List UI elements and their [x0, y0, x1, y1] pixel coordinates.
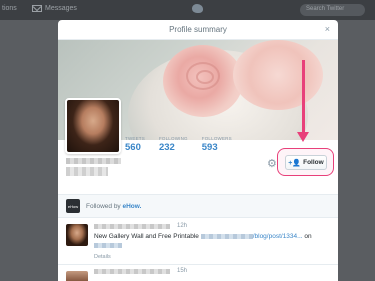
tweet-details-link[interactable]: Details — [94, 254, 111, 260]
tweet-link[interactable]: /blog/post/1334... — [253, 233, 303, 240]
envelope-icon — [32, 5, 42, 12]
close-icon[interactable]: × — [325, 24, 330, 34]
modal-header: Profile summary × — [58, 20, 338, 40]
stat-following[interactable]: FOLLOWING 232 — [159, 136, 188, 153]
profile-summary-modal: Profile summary × TWEETS 560 FOLLOWING 2… — [58, 20, 338, 281]
tweet-text-start: New Gallery Wall and Free Printable — [94, 233, 201, 240]
nav-messages[interactable]: Messages — [32, 5, 77, 12]
tweet-avatar[interactable] — [66, 271, 88, 281]
modal-title: Profile summary — [169, 25, 227, 34]
followed-by-prefix: Followed by — [86, 202, 123, 210]
tweet-text-end: on — [302, 233, 312, 240]
tweet-avatar[interactable] — [66, 224, 88, 246]
twitter-top-bar: tions Messages Search Twitter — [0, 0, 375, 20]
stat-label: FOLLOWING — [158, 136, 188, 141]
stat-value: 593 — [201, 142, 218, 153]
blurred-display-name — [66, 158, 121, 164]
twitter-bird-icon[interactable] — [192, 4, 203, 13]
stat-tweets[interactable]: TWEETS 560 — [125, 136, 145, 153]
nav-messages-label: Messages — [45, 5, 77, 12]
ehow-logo[interactable]: eHow — [66, 199, 80, 213]
rose-image-2 — [233, 40, 323, 110]
blurred-link[interactable] — [200, 233, 253, 239]
blurred-mention[interactable] — [94, 242, 122, 248]
add-user-icon: +👤 — [288, 159, 302, 167]
stat-label: FOLLOWERS — [201, 136, 232, 141]
stat-followers[interactable]: FOLLOWERS 593 — [202, 136, 232, 153]
annotation-arrow-head — [297, 132, 309, 142]
tweet-item[interactable]: 12h New Gallery Wall and Free Printable … — [58, 219, 338, 265]
tweet-timestamp[interactable]: 15h — [177, 268, 187, 274]
rose-petal — [196, 70, 214, 84]
nav-home[interactable]: tions — [2, 5, 17, 12]
blurred-tweet-author — [94, 269, 170, 274]
tweet-timestamp[interactable]: 12h — [177, 223, 187, 229]
annotation-arrow — [302, 60, 305, 134]
follow-button[interactable]: +👤 Follow — [285, 155, 327, 170]
stat-label: TWEETS — [125, 136, 145, 141]
profile-stats: TWEETS 560 FOLLOWING 232 FOLLOWERS 593 — [125, 136, 232, 153]
followed-by-text: Followed by eHow. — [86, 203, 141, 210]
followed-by-account-link[interactable]: eHow. — [123, 203, 142, 210]
blurred-handle — [66, 167, 108, 176]
nav-home-label: tions — [2, 5, 17, 12]
tweet-text: New Gallery Wall and Free Printable /blo… — [94, 232, 334, 250]
tweet-item[interactable]: 15h — [58, 266, 338, 281]
followed-by-row: eHow Followed by eHow. — [58, 194, 338, 218]
blurred-tweet-author — [94, 224, 170, 229]
profile-avatar[interactable] — [65, 98, 121, 154]
follow-button-label: Follow — [303, 159, 324, 166]
stat-value: 560 — [125, 142, 141, 153]
search-input[interactable]: Search Twitter — [300, 4, 365, 16]
gear-icon[interactable]: ⚙ — [267, 157, 277, 170]
stat-value: 232 — [158, 142, 175, 153]
